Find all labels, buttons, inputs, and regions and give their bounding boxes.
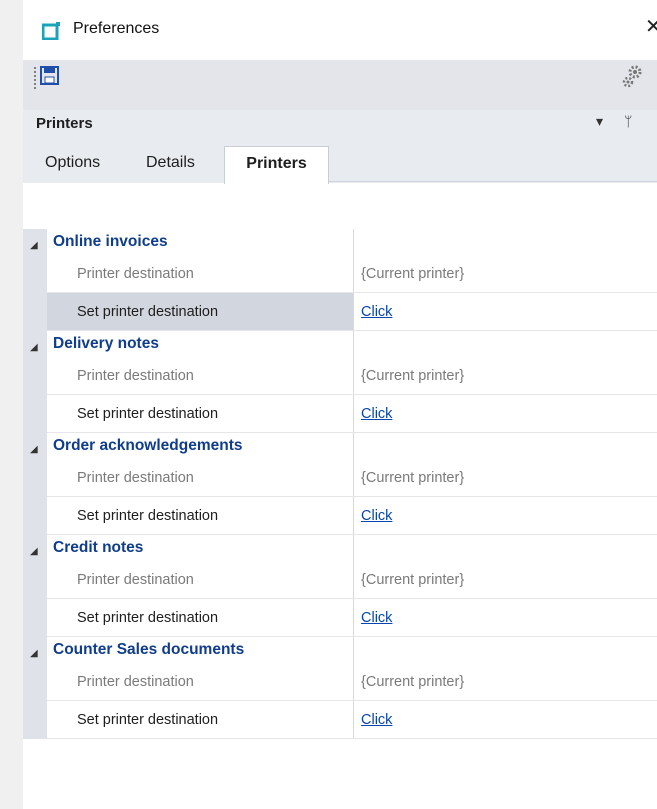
pin-icon[interactable]: ᛘ (624, 113, 632, 129)
property-name-cell[interactable]: Printer destination (47, 459, 353, 497)
property-row[interactable]: Set printer destination Click (23, 599, 657, 637)
property-row[interactable]: Set printer destination Click (23, 497, 657, 535)
property-value-cell[interactable]: Click (354, 599, 657, 637)
gear-icon[interactable] (621, 64, 643, 90)
property-row[interactable]: Printer destination {Current printer} (23, 357, 657, 395)
property-row[interactable]: Printer destination {Current printer} (23, 561, 657, 599)
window-title: Preferences (73, 20, 160, 37)
category-row[interactable]: ◢ Delivery notes (23, 331, 657, 357)
toolbar-grip-icon[interactable] (34, 67, 36, 89)
property-name: Printer destination (77, 470, 194, 486)
property-name-cell[interactable]: Set printer destination (47, 293, 353, 331)
property-name-cell[interactable]: Printer destination (47, 255, 353, 293)
tab-baseline (328, 181, 657, 182)
app-icon (42, 22, 60, 40)
column-divider (353, 331, 354, 357)
property-row[interactable]: Set printer destination Click (23, 293, 657, 331)
property-value-cell[interactable]: {Current printer} (354, 663, 657, 701)
row-separator (47, 738, 657, 739)
column-divider (353, 535, 354, 561)
property-value-cell[interactable]: Click (354, 395, 657, 433)
printer-destination-value: {Current printer} (361, 266, 465, 282)
category-label: Online invoices (53, 233, 168, 250)
property-name-cell[interactable]: Set printer destination (47, 701, 353, 739)
property-value-cell[interactable]: {Current printer} (354, 459, 657, 497)
printer-destination-value: {Current printer} (361, 572, 465, 588)
collapse-triangle-icon[interactable]: ◢ (30, 648, 38, 659)
collapse-triangle-icon[interactable]: ◢ (30, 342, 38, 353)
collapse-triangle-icon[interactable]: ◢ (30, 240, 38, 251)
property-value-cell[interactable]: {Current printer} (354, 255, 657, 293)
property-row[interactable]: Set printer destination Click (23, 395, 657, 433)
property-name: Printer destination (77, 266, 194, 282)
property-value-cell[interactable]: Click (354, 497, 657, 535)
tab-printers[interactable]: Printers (224, 146, 329, 184)
panel-title: Printers (36, 115, 93, 132)
category-row[interactable]: ◢ Credit notes (23, 535, 657, 561)
printer-destination-value: {Current printer} (361, 368, 465, 384)
property-name: Set printer destination (77, 508, 219, 524)
row-gutter (23, 599, 47, 637)
collapse-triangle-icon[interactable]: ◢ (30, 546, 38, 557)
property-name: Printer destination (77, 674, 194, 690)
row-gutter (23, 701, 47, 739)
panel-header (23, 110, 657, 141)
property-value-cell[interactable]: Click (354, 701, 657, 739)
preferences-window: Preferences ✕ Printers ▾ ᛘ Options Detai… (23, 0, 657, 809)
row-gutter (23, 395, 47, 433)
property-row[interactable]: Printer destination {Current printer} (23, 663, 657, 701)
set-destination-link[interactable]: Click (361, 497, 392, 535)
column-divider (353, 637, 354, 663)
property-value-cell[interactable]: {Current printer} (354, 561, 657, 599)
row-gutter (23, 255, 47, 293)
category-row[interactable]: ◢ Online invoices (23, 229, 657, 255)
category-row[interactable]: ◢ Order acknowledgements (23, 433, 657, 459)
property-name: Set printer destination (77, 712, 219, 728)
category-label: Counter Sales documents (53, 641, 245, 658)
row-gutter (23, 293, 47, 331)
property-name-cell[interactable]: Printer destination (47, 357, 353, 395)
property-name: Set printer destination (77, 406, 219, 422)
category-label: Delivery notes (53, 335, 159, 352)
property-value-cell[interactable]: Click (354, 293, 657, 331)
row-gutter (23, 561, 47, 599)
tab-options[interactable]: Options (45, 146, 100, 182)
close-button[interactable]: ✕ (645, 17, 657, 37)
printer-destination-value: {Current printer} (361, 470, 465, 486)
property-name-cell[interactable]: Set printer destination (47, 497, 353, 535)
column-divider (353, 229, 354, 255)
property-name: Printer destination (77, 572, 194, 588)
property-name-cell[interactable]: Set printer destination (47, 599, 353, 637)
property-name: Printer destination (77, 368, 194, 384)
property-value-cell[interactable]: {Current printer} (354, 357, 657, 395)
tab-details[interactable]: Details (146, 146, 195, 182)
printer-destination-value: {Current printer} (361, 674, 465, 690)
save-icon[interactable] (40, 66, 59, 85)
property-name: Set printer destination (77, 610, 219, 626)
property-name-cell[interactable]: Printer destination (47, 663, 353, 701)
panel-dropdown-icon[interactable]: ▾ (596, 113, 603, 130)
row-gutter (23, 663, 47, 701)
category-label: Order acknowledgements (53, 437, 243, 454)
category-row[interactable]: ◢ Counter Sales documents (23, 637, 657, 663)
set-destination-link[interactable]: Click (361, 395, 392, 433)
set-destination-link[interactable]: Click (361, 701, 392, 739)
property-name-cell[interactable]: Set printer destination (47, 395, 353, 433)
toolbar (23, 60, 657, 110)
category-label: Credit notes (53, 539, 144, 556)
set-destination-link[interactable]: Click (361, 599, 392, 637)
property-name-cell[interactable]: Printer destination (47, 561, 353, 599)
column-divider (353, 433, 354, 459)
property-row[interactable]: Printer destination {Current printer} (23, 459, 657, 497)
property-name: Set printer destination (77, 304, 219, 320)
title-bar: Preferences ✕ (23, 0, 657, 60)
tab-strip (23, 141, 657, 183)
property-row[interactable]: Printer destination {Current printer} (23, 255, 657, 293)
row-gutter (23, 357, 47, 395)
row-gutter (23, 497, 47, 535)
property-row[interactable]: Set printer destination Click (23, 701, 657, 739)
collapse-triangle-icon[interactable]: ◢ (30, 444, 38, 455)
row-gutter (23, 459, 47, 497)
set-destination-link[interactable]: Click (361, 293, 392, 331)
